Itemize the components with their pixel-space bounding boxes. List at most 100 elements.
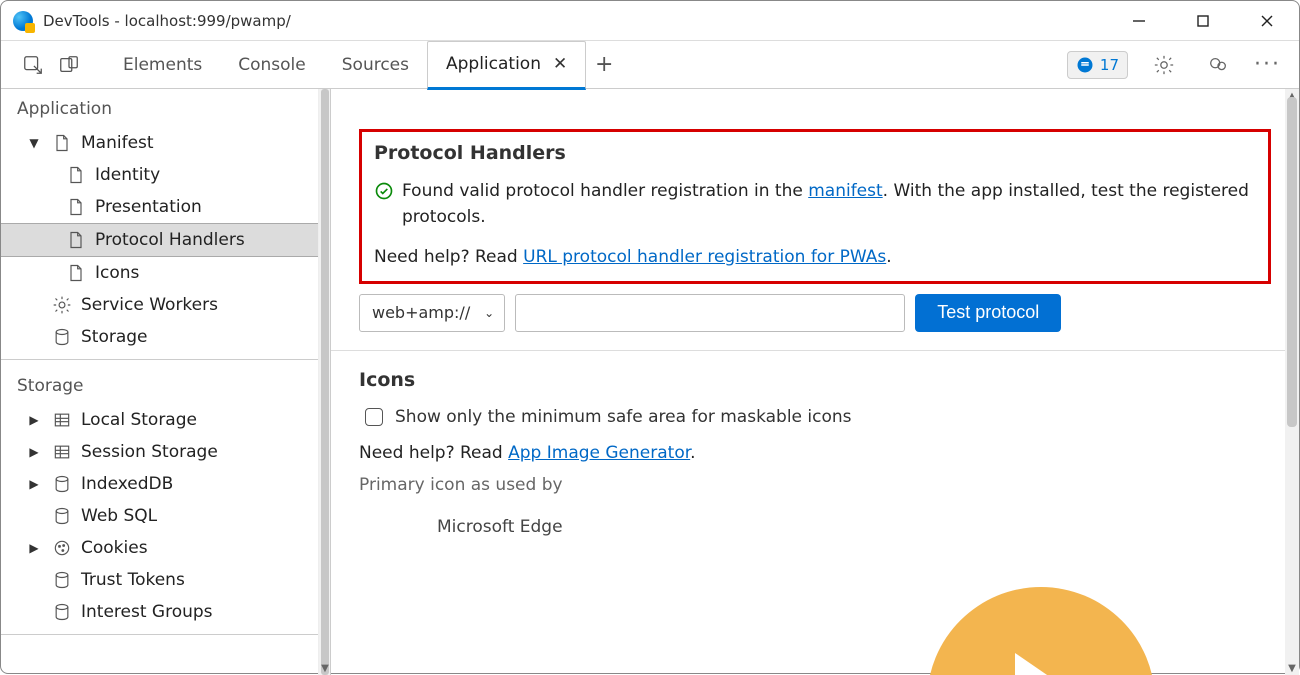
app-image-generator-link[interactable]: App Image Generator [508,443,690,463]
tree-label: IndexedDB [81,474,173,494]
close-button[interactable] [1247,7,1287,35]
scroll-down-icon[interactable]: ▼ [1285,661,1299,675]
close-tab-icon[interactable]: ✕ [553,54,567,74]
sidebar-item-session-storage[interactable]: ▶ Session Storage [1,436,330,468]
validation-message: Found valid protocol handler registratio… [374,178,1256,231]
help-text: Need help? Read URL protocol handler reg… [374,247,1256,267]
test-protocol-button[interactable]: Test protocol [915,294,1061,332]
table-icon [51,409,73,431]
chevron-right-icon: ▶ [25,541,43,555]
issues-counter[interactable]: 17 [1067,51,1128,79]
tab-label: Sources [342,55,409,75]
help-suffix: . [886,247,891,267]
checkbox[interactable] [365,408,383,426]
tab-label: Elements [123,55,202,75]
window-titlebar: DevTools - localhost:999/pwamp/ [1,1,1299,41]
sidebar-item-interest-groups[interactable]: ▶ Interest Groups [1,596,330,628]
tree-label: Identity [95,165,160,185]
scroll-down-icon[interactable]: ▼ [319,661,331,675]
edge-devtools-icon [13,11,33,31]
tab-elements[interactable]: Elements [105,41,220,89]
add-tab-button[interactable]: + [586,47,622,83]
sidebar-item-service-workers[interactable]: ▶ Service Workers [1,289,330,321]
tree-label: Service Workers [81,295,218,315]
help-prefix: Need help? Read [359,443,508,463]
window-title: DevTools - localhost:999/pwamp/ [43,12,1119,30]
protocol-select[interactable]: web+amp:// ⌄ [359,294,505,332]
devtools-tabbar: Elements Console Sources Application ✕ +… [1,41,1299,89]
section-title-icons: Icons [359,369,1271,391]
file-icon [65,164,87,186]
feedback-icon[interactable] [1200,47,1236,83]
tree-label: Interest Groups [81,602,213,622]
select-value: web+amp:// [372,303,470,322]
help-link[interactable]: URL protocol handler registration for PW… [523,247,886,267]
sidebar-item-trust-tokens[interactable]: ▶ Trust Tokens [1,564,330,596]
msg-prefix: Found valid protocol handler registratio… [402,181,808,201]
sidebar-item-web-sql[interactable]: ▶ Web SQL [1,500,330,532]
file-icon [65,196,87,218]
divider [1,359,330,360]
tree-label: Web SQL [81,506,157,526]
maskable-checkbox-row[interactable]: Show only the minimum safe area for mask… [359,407,1271,427]
manifest-link[interactable]: manifest [808,181,882,201]
tab-label: Application [446,54,541,74]
tree-label: Manifest [81,133,154,153]
more-options-icon[interactable]: ··· [1254,52,1281,77]
sidebar-scrollbar[interactable]: ▲ ▼ [318,89,330,675]
sidebar-section-storage: Storage [1,366,330,404]
inspect-element-icon[interactable] [15,47,51,83]
main-scrollbar[interactable]: ▲ ▼ [1285,89,1299,675]
sidebar-item-protocol-handlers[interactable]: Protocol Handlers [1,223,330,257]
app-primary-icon [927,587,1155,675]
sidebar-item-manifest[interactable]: ▼ Manifest [1,127,330,159]
minimize-button[interactable] [1119,7,1159,35]
scrollbar-thumb[interactable] [1287,97,1297,427]
divider [331,350,1299,351]
tree-label: Storage [81,327,148,347]
sidebar-item-icons[interactable]: Icons [1,257,330,289]
sidebar-item-storage[interactable]: ▶ Storage [1,321,330,353]
sidebar-item-indexeddb[interactable]: ▶ IndexedDB [1,468,330,500]
file-icon [65,229,87,251]
chevron-down-icon: ▼ [25,136,43,150]
tab-label: Console [238,55,306,75]
settings-icon[interactable] [1146,47,1182,83]
help-prefix: Need help? Read [374,247,523,267]
gear-icon [51,294,73,316]
chevron-down-icon: ⌄ [484,306,494,320]
tab-application[interactable]: Application ✕ [427,41,586,90]
maximize-button[interactable] [1183,7,1223,35]
database-icon [51,505,73,527]
protocol-url-input[interactable] [515,294,905,332]
play-icon [1015,653,1085,675]
application-sidebar: Application ▼ Manifest Identity Presenta… [1,89,331,675]
tree-label: Icons [95,263,139,283]
sidebar-item-presentation[interactable]: Presentation [1,191,330,223]
tab-console[interactable]: Console [220,41,324,89]
scrollbar-thumb[interactable] [321,89,329,675]
table-icon [51,441,73,463]
tree-label: Presentation [95,197,202,217]
icons-help-text: Need help? Read App Image Generator. [359,443,1271,463]
help-suffix: . [690,443,695,463]
divider [1,634,330,635]
chevron-right-icon: ▶ [25,445,43,459]
sidebar-item-cookies[interactable]: ▶ Cookies [1,532,330,564]
chevron-right-icon: ▶ [25,477,43,491]
protocol-handlers-highlight: Protocol Handlers Found valid protocol h… [359,129,1271,284]
section-title: Protocol Handlers [374,142,1256,164]
tree-label: Local Storage [81,410,197,430]
device-toolbar-icon[interactable] [51,47,87,83]
check-circle-icon [374,181,394,209]
sidebar-item-local-storage[interactable]: ▶ Local Storage [1,404,330,436]
checkbox-label: Show only the minimum safe area for mask… [395,407,852,427]
database-icon [51,473,73,495]
issues-count: 17 [1100,56,1119,74]
file-icon [65,262,87,284]
sidebar-item-identity[interactable]: Identity [1,159,330,191]
file-icon [51,132,73,154]
tab-sources[interactable]: Sources [324,41,427,89]
database-icon [51,326,73,348]
tree-label: Session Storage [81,442,218,462]
